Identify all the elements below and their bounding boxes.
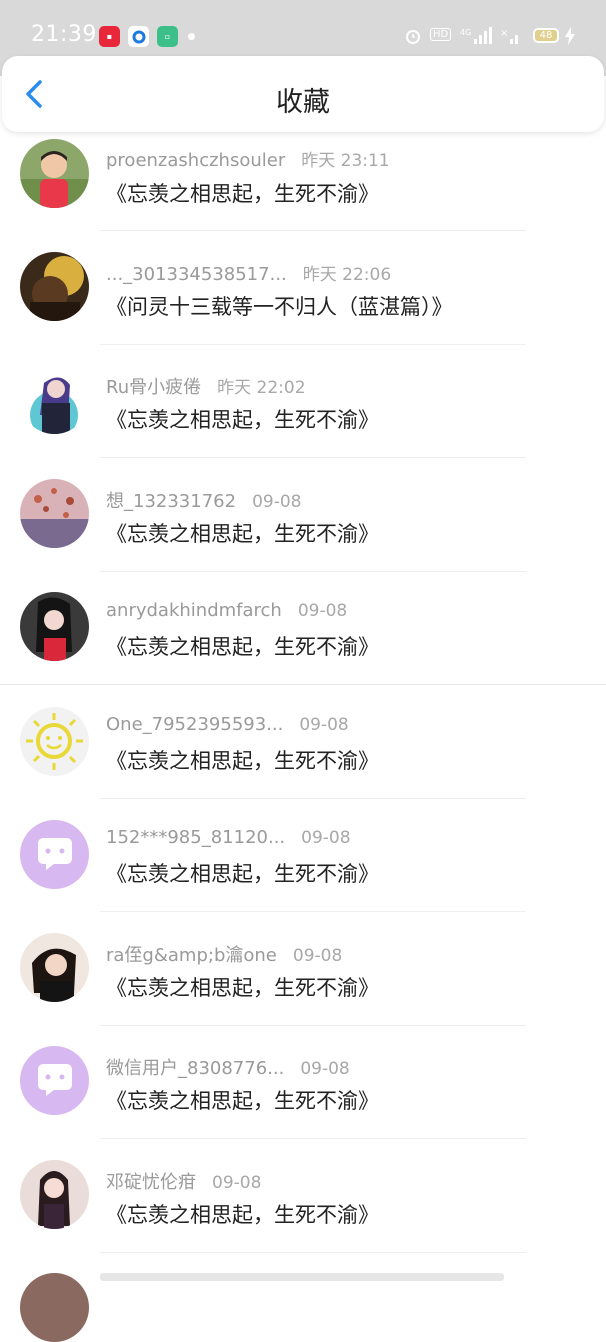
favorite-item[interactable]: proenzashczhsouler 昨天 23:11 《忘羡之相思起，生死不渝》 [0, 120, 606, 234]
timestamp: 09-08 [299, 714, 349, 735]
favorite-item[interactable]: Ru骨小疲倦 昨天 22:02 《忘羡之相思起，生死不渝》 [0, 347, 606, 461]
divider [100, 911, 526, 912]
avatar[interactable] [20, 932, 89, 1002]
timestamp: 09-08 [252, 491, 302, 512]
favorite-item[interactable]: 微信用户_8308776... 09-08 《忘羡之相思起，生死不渝》 [0, 1028, 606, 1142]
app-notification-icon: ▪ [99, 26, 120, 47]
battery-indicator: 48 [533, 28, 559, 43]
divider [100, 1251, 526, 1253]
username: Ru骨小疲倦 [106, 377, 202, 398]
divider [100, 230, 526, 231]
story-title[interactable]: 《忘羡之相思起，生死不渝》 [106, 518, 379, 548]
story-title[interactable]: 《忘羡之相思起，生死不渝》 [106, 178, 379, 208]
username: 想_132331762 [106, 490, 237, 512]
charging-icon [564, 27, 576, 48]
username: 邓碇忧伦疳 [106, 1171, 196, 1193]
hd-icon: HD [430, 28, 452, 41]
avatar[interactable] [20, 1046, 89, 1115]
story-title[interactable]: 《忘羡之相思起，生死不渝》 [106, 1199, 379, 1229]
username: ..._301334538517... [106, 263, 287, 285]
favorite-item[interactable]: 152***985_81120... 09-08 《忘羡之相思起，生死不渝》 [0, 801, 606, 915]
signal-icon: 4G [460, 27, 492, 48]
timestamp: 09-08 [301, 828, 351, 848]
avatar[interactable] [20, 251, 89, 321]
timestamp: 昨天 22:02 [217, 378, 306, 398]
divider [100, 1024, 526, 1026]
favorite-item[interactable] [0, 1255, 606, 1342]
favorites-list: proenzashczhsouler 昨天 23:11 《忘羡之相思起，生死不渝》… [0, 120, 606, 1342]
divider [100, 797, 526, 799]
username: proenzashczhsouler [106, 150, 286, 171]
avatar[interactable] [20, 706, 89, 776]
app-notification-icon: ▫ [157, 26, 178, 47]
avatar[interactable] [20, 139, 89, 208]
favorite-item[interactable]: ra侄g&amp;b瀹one 09-08 《忘羡之相思起，生死不渝》 [0, 915, 606, 1029]
alarm-icon [404, 27, 422, 48]
avatar[interactable] [20, 592, 89, 661]
avatar[interactable] [20, 478, 89, 548]
username: One_7952395593... [106, 713, 284, 735]
avatar[interactable] [20, 1273, 89, 1342]
svg-text:×: × [500, 28, 508, 39]
more-notifications-icon [188, 33, 195, 40]
app-notification-icon [128, 26, 149, 47]
avatar[interactable] [20, 820, 89, 889]
favorite-item[interactable]: 想_132331762 09-08 《忘羡之相思起，生死不渝》 [0, 461, 606, 575]
username: 152***985_81120... [106, 827, 286, 848]
divider [0, 684, 606, 685]
favorite-item[interactable]: 邓碇忧伦疳 09-08 《忘羡之相思起，生死不渝》 [0, 1142, 606, 1256]
page-title: 收藏 [276, 87, 330, 118]
username: 微信用户_8308776... [106, 1058, 285, 1079]
timestamp: 昨天 22:06 [302, 264, 392, 285]
story-title[interactable]: 《忘羡之相思起，生死不渝》 [106, 631, 379, 661]
divider [100, 1138, 526, 1139]
username: ra侄g&amp;b瀹one [106, 944, 277, 966]
story-title[interactable]: 《忘羡之相思起，生死不渝》 [106, 404, 379, 434]
avatar[interactable] [20, 365, 89, 434]
divider [100, 570, 526, 572]
username: anrydakhindmfarch [106, 600, 282, 621]
timestamp: 09-08 [300, 1059, 350, 1079]
avatar[interactable] [20, 1159, 89, 1229]
story-title[interactable]: 《问灵十三载等一不归人（蓝湛篇）》 [106, 291, 453, 321]
story-title[interactable]: 《忘羡之相思起，生死不渝》 [106, 745, 379, 775]
status-time: 21:39 [31, 22, 97, 47]
timestamp: 09-08 [297, 601, 348, 621]
timestamp: 昨天 23:11 [301, 151, 390, 171]
timestamp: 09-08 [212, 1172, 262, 1193]
wifi-off-icon: × [500, 27, 520, 48]
default-avatar-icon [20, 820, 89, 889]
favorite-item[interactable]: ..._301334538517... 昨天 22:06 《问灵十三载等一不归人（… [0, 234, 606, 348]
story-title[interactable]: 《忘羡之相思起，生死不渝》 [106, 858, 379, 888]
favorite-item[interactable]: One_7952395593... 09-08 《忘羡之相思起，生死不渝》 [0, 688, 606, 802]
divider [100, 457, 526, 458]
divider [100, 343, 526, 345]
timestamp: 09-08 [292, 945, 343, 966]
story-title[interactable]: 《忘羡之相思起，生死不渝》 [106, 1085, 379, 1115]
svg-text:4G: 4G [460, 28, 471, 37]
default-avatar-icon [20, 1046, 89, 1115]
favorite-item[interactable]: anrydakhindmfarch 09-08 《忘羡之相思起，生死不渝》 [0, 574, 606, 688]
story-title[interactable]: 《忘羡之相思起，生死不渝》 [106, 972, 379, 1002]
